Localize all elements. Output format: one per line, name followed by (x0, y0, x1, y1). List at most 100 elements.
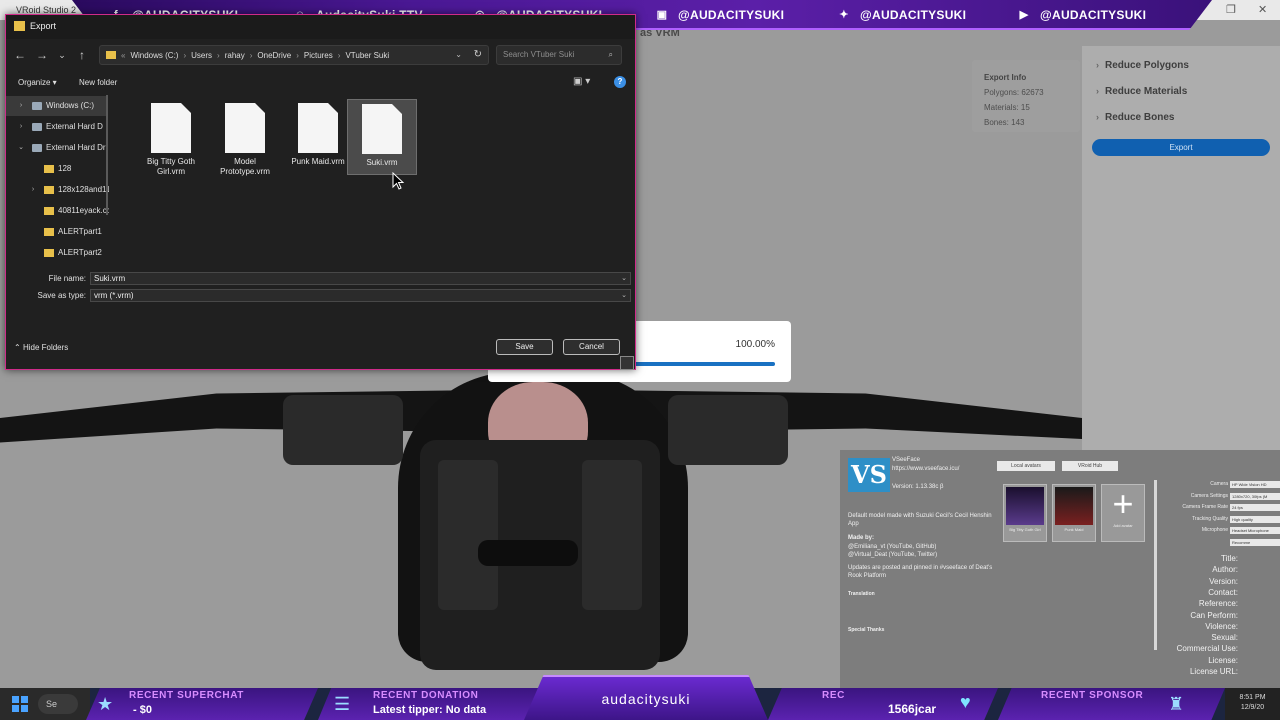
setting-label: Camera Settings (1190, 492, 1228, 499)
metadata-label: License: (1208, 655, 1238, 665)
nav-tree-label: 128x128and112 (58, 185, 109, 194)
avatar-thumbnail (1055, 487, 1093, 525)
setting-dropdown[interactable]: HP Wide Vision HD (1230, 481, 1280, 488)
file-item[interactable]: Suki.vrm (347, 99, 417, 175)
breadcrumb-windows[interactable]: Windows (C:) (130, 51, 178, 60)
clock-date: 12/9/20 (1240, 704, 1265, 711)
nav-tree-item[interactable]: ALERTpart1 (6, 222, 106, 242)
nav-tree-label: 40811eyack.co (58, 206, 109, 215)
social-link[interactable]: ▶ @AUDACITYSUKI (1016, 7, 1146, 23)
dialog-title: Export (30, 21, 57, 31)
file-item[interactable]: Big Titty Goth Girl.vrm (136, 99, 206, 176)
setting-dropdown[interactable]: Recomme (1230, 538, 1280, 546)
chevron-right-icon[interactable]: › (28, 180, 38, 200)
donation-value: Latest tipper: No data (373, 704, 487, 716)
chevron-down-icon[interactable]: ⌄ (455, 50, 462, 59)
breadcrumb-separator-icon: › (337, 50, 341, 60)
nav-tree-item[interactable]: 40811eyack.co (6, 201, 109, 221)
vseeface-version: Version: 1.13.38c β (892, 484, 944, 490)
setting-dropdown[interactable]: 1280x720, 30fps (M (1230, 492, 1280, 500)
file-icon (151, 103, 191, 153)
drive-icon (32, 144, 42, 152)
file-item[interactable]: Punk Maid.vrm (283, 99, 353, 175)
metadata-label: Version: (1209, 576, 1238, 586)
save-button[interactable]: Save (496, 339, 553, 355)
command-bar: Organize ▾ New folder ▣ ▾ ? (6, 73, 635, 93)
forward-arrow-icon[interactable]: → (34, 47, 50, 63)
export-info-box: Export Info Polygons: 62673 Materials: 1… (972, 60, 1080, 132)
metadata-label: Can Perform: (1190, 610, 1238, 620)
vseeface-scrollbar[interactable] (1154, 480, 1157, 650)
breadcrumb-vtuber-suki[interactable]: VTuber Suki (345, 51, 389, 60)
new-folder-button[interactable]: New folder (79, 78, 117, 87)
file-icon (362, 104, 402, 154)
chevron-right-icon: › (1096, 112, 1099, 122)
twitter-icon: ✦ (839, 9, 849, 21)
nav-tree-item[interactable]: 128 (6, 159, 106, 179)
social-link[interactable]: ✦ @AUDACITYSUKI (836, 7, 966, 23)
export-side-panel (1082, 46, 1280, 466)
breadcrumb-users[interactable]: Users (191, 51, 212, 60)
export-button[interactable]: Export (1092, 139, 1270, 156)
chevron-right-icon[interactable]: › (16, 96, 26, 116)
chevron-right-icon[interactable]: › (16, 117, 26, 137)
vseeface-panel: VS VSeeFace https://www.vseeface.icu/ Ve… (840, 450, 1280, 690)
setting-dropdown[interactable]: High quality (1230, 515, 1280, 523)
back-arrow-icon[interactable]: ← (12, 47, 28, 63)
nav-tree-item[interactable]: ALERTpart2 (6, 243, 106, 263)
setting-dropdown[interactable]: Headset Microphone (1230, 527, 1280, 534)
reduce-polygons-label: Reduce Polygons (1105, 60, 1189, 71)
help-icon[interactable]: ? (614, 76, 626, 88)
up-arrow-icon[interactable]: ↑ (74, 47, 90, 63)
save-type-label: Save as type: (37, 291, 86, 300)
save-type-select[interactable]: vrm (*.vrm) ⌄ (90, 289, 631, 302)
author-1: @Emiliana_vt (YouTube, GitHub) (848, 544, 937, 550)
chevron-down-icon[interactable]: ⌄ (621, 290, 627, 301)
avatar-card[interactable]: Punk Maid (1052, 484, 1096, 542)
vseeface-url[interactable]: https://www.vseeface.icu/ (892, 465, 959, 474)
nav-tree-item[interactable]: › Windows (C:) (6, 96, 106, 116)
add-avatar-label: Add avatar (1113, 523, 1133, 528)
hide-folders-toggle[interactable]: ⌃ Hide Folders (14, 343, 68, 352)
navigation-scrollbar[interactable] (106, 95, 108, 215)
breadcrumb-pictures[interactable]: Pictures (304, 51, 333, 60)
social-link[interactable]: ▣ @AUDACITYSUKI (654, 7, 784, 23)
avatar-card[interactable]: Big Titty Goth Girl (1003, 484, 1047, 542)
restore-icon[interactable]: ❐ (1226, 0, 1236, 20)
file-item[interactable]: Model Prototype.vrm (210, 99, 280, 176)
reduce-materials-item[interactable]: › Reduce Materials (1096, 86, 1187, 97)
resize-grip-icon[interactable] (620, 356, 634, 370)
cancel-button[interactable]: Cancel (563, 339, 620, 355)
organize-button[interactable]: Organize ▾ (18, 78, 57, 87)
vest-strap-right (582, 460, 642, 610)
metadata-label: Title: (1220, 554, 1238, 563)
search-input[interactable]: Search VTuber Suki ⌕ (496, 45, 622, 65)
taskbar-search[interactable]: Se (38, 694, 78, 714)
nav-tree-item[interactable]: › 128x128and112 (6, 180, 109, 200)
breadcrumb-rahay[interactable]: rahay (225, 51, 245, 60)
breadcrumb-onedrive[interactable]: OneDrive (257, 51, 291, 60)
drive-icon (32, 123, 42, 131)
add-avatar-card[interactable]: + Add avatar (1101, 484, 1145, 542)
reduce-bones-item[interactable]: › Reduce Bones (1096, 112, 1174, 123)
address-bar[interactable]: « Windows (C:) › Users › rahay › OneDriv… (99, 45, 489, 65)
progress-percent: 100.00% (735, 339, 775, 350)
nav-tree-item[interactable]: › External Hard D (6, 117, 106, 137)
dialog-titlebar: Export (6, 15, 635, 39)
chevron-down-icon[interactable]: ⌄ (16, 138, 26, 158)
view-options-icon[interactable]: ▣ ▾ (573, 76, 590, 87)
chevron-down-icon[interactable]: ⌄ (621, 273, 627, 284)
tab-local-avatars[interactable]: Local avatars (997, 461, 1055, 471)
file-name-input[interactable]: Suki.vrm ⌄ (90, 272, 631, 285)
breadcrumb-overflow-icon[interactable]: « (121, 51, 125, 60)
refresh-icon[interactable]: ↻ (474, 49, 482, 60)
vseeface-name: VSeeFace (892, 457, 921, 463)
nav-tree-item[interactable]: ⌄ External Hard Dr (6, 138, 106, 158)
recent-title: REC (822, 690, 845, 701)
setting-dropdown[interactable]: 24 fps (1230, 504, 1280, 511)
reduce-polygons-item[interactable]: › Reduce Polygons (1096, 60, 1189, 71)
tab-vroid-hub[interactable]: VRoid Hub (1062, 461, 1118, 471)
close-icon[interactable]: ✕ (1258, 0, 1267, 20)
windows-start-icon[interactable] (12, 696, 28, 712)
recent-locations-icon[interactable]: ⌄ (54, 47, 70, 63)
